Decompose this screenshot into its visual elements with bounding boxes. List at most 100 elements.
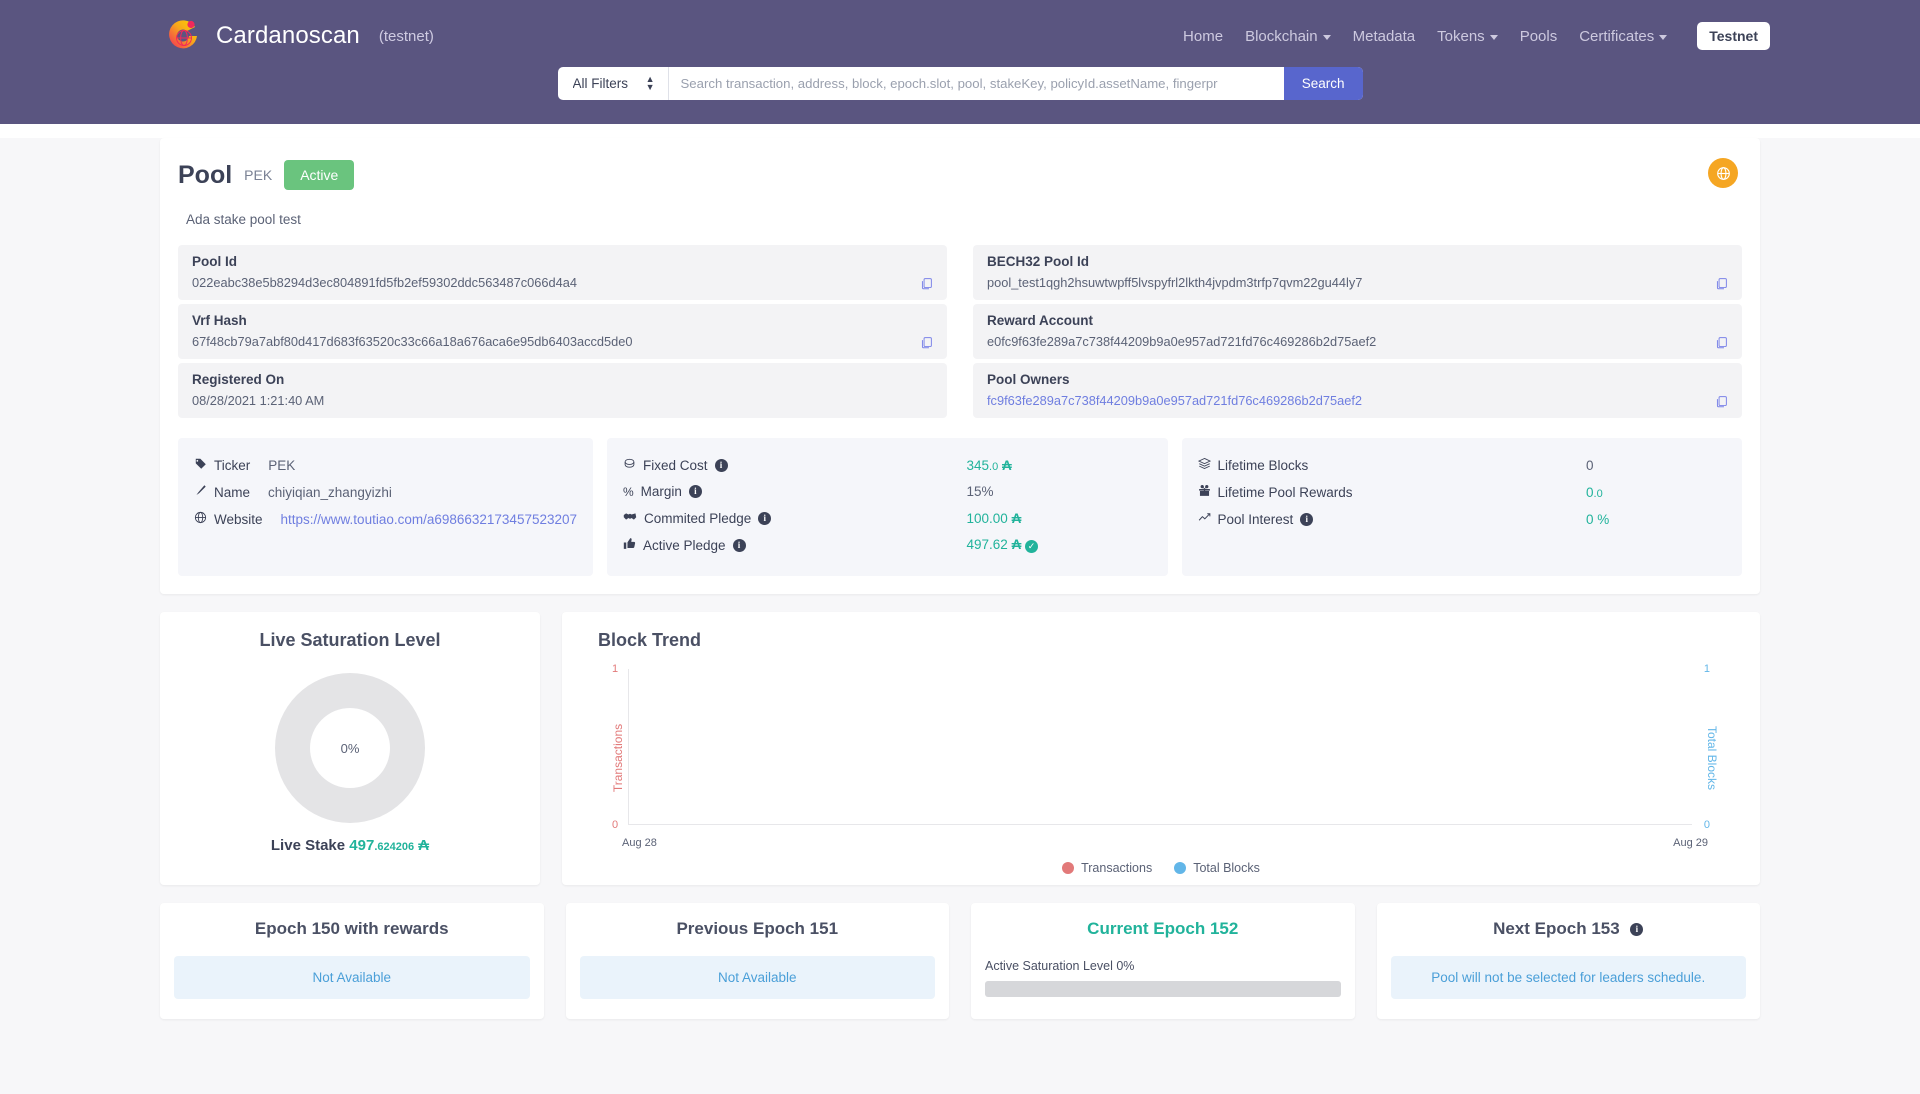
pool-performance-panel: Lifetime Blocks 0 Lifetime Pool Rewards … bbox=[1181, 438, 1742, 576]
epoch-title: Epoch 150 with rewards bbox=[254, 919, 449, 938]
legend-dot-icon bbox=[1062, 862, 1075, 874]
nav-item-home[interactable]: Home bbox=[1183, 28, 1223, 45]
nav-item-certificates[interactable]: Certificates bbox=[1579, 28, 1668, 45]
info-block-pool-owners: Pool Owners fc9f63fe289a7c738f44209b9a0e… bbox=[973, 363, 1742, 418]
info-icon[interactable]: i bbox=[758, 511, 772, 525]
y-tick-right-top: 1 bbox=[1703, 663, 1710, 675]
tag-icon bbox=[194, 457, 207, 473]
stat-value: 0.0 bbox=[1586, 485, 1726, 500]
stat-value-decimal: .0 bbox=[989, 460, 999, 473]
epoch-status: Not Available bbox=[174, 956, 530, 999]
info-icon[interactable]: i bbox=[1300, 512, 1314, 526]
search-row: All Filters ▲ ▼ Search bbox=[0, 67, 1920, 100]
stat-ticker: Ticker PEK bbox=[194, 457, 577, 473]
legend-item-total-blocks[interactable]: Total Blocks bbox=[1174, 861, 1260, 875]
stat-value: chiyiqian_zhangyizhi bbox=[268, 484, 392, 500]
y-tick-left-bottom: 0 bbox=[612, 819, 619, 831]
stat-active-pledge: Active Pledge i 497.62 ₳ ✓ bbox=[623, 537, 1152, 553]
copy-icon[interactable] bbox=[1715, 336, 1728, 349]
stat-label: Fixed Cost bbox=[643, 457, 708, 473]
info-icon[interactable]: i bbox=[1630, 923, 1644, 936]
pool-id-left-column: Pool Id 022eabc38e5b8294d3ec804891fd5fb2… bbox=[178, 245, 947, 422]
stat-label: Commited Pledge bbox=[644, 510, 752, 526]
stat-value-main: 100.00 bbox=[966, 510, 1008, 526]
website-link[interactable]: https://www.toutiao.com/a698663217345752… bbox=[281, 512, 577, 527]
live-stake-label: Live Stake bbox=[270, 837, 346, 854]
website-globe-button[interactable] bbox=[1708, 158, 1738, 188]
pool-economics-panel: Fixed Cost i 345.0 ₳ % Margin i 15% Comm… bbox=[607, 438, 1168, 576]
pool-header: Pool PEK Active bbox=[178, 160, 1742, 190]
epoch-title: Previous Epoch 151 bbox=[676, 919, 839, 938]
stat-label: Website bbox=[214, 511, 263, 527]
stat-key: Lifetime Pool Rewards bbox=[1198, 484, 1353, 500]
x-tick-start: Aug 28 bbox=[622, 837, 657, 849]
stat-value-main: 497.62 bbox=[966, 537, 1008, 552]
stat-label: Lifetime Blocks bbox=[1217, 457, 1309, 473]
nav-row: Cardanoscan (testnet) Home Blockchain Me… bbox=[0, 0, 1920, 58]
chart-title: Live Saturation Level bbox=[259, 630, 441, 650]
pen-icon bbox=[194, 484, 207, 500]
y-tick-right-bottom: 0 bbox=[1703, 819, 1710, 831]
copy-icon[interactable] bbox=[920, 336, 933, 349]
y-axis-label-left: Transactions bbox=[611, 723, 626, 793]
stat-lifetime-blocks: Lifetime Blocks 0 bbox=[1197, 457, 1727, 473]
stat-label: Ticker bbox=[214, 457, 251, 473]
info-label: Pool Id bbox=[192, 254, 237, 269]
copy-icon[interactable] bbox=[1715, 277, 1728, 290]
stat-key: Website bbox=[194, 511, 263, 527]
top-navbar: Cardanoscan (testnet) Home Blockchain Me… bbox=[0, 0, 1920, 124]
copy-icon[interactable] bbox=[920, 277, 933, 290]
plot-area bbox=[628, 669, 1692, 825]
website-link-wrap[interactable]: https://www.toutiao.com/a698663217345752… bbox=[263, 512, 577, 527]
nav-item-label: Blockchain bbox=[1245, 27, 1318, 45]
live-stake-decimal: .624206 bbox=[374, 841, 415, 853]
brand[interactable]: Cardanoscan (testnet) bbox=[165, 17, 434, 55]
pool-detail-card: Pool PEK Active Ada stake pool test Pool… bbox=[160, 138, 1760, 594]
active-saturation-label: Active Saturation Level 0% bbox=[985, 959, 1135, 973]
legend-item-transactions[interactable]: Transactions bbox=[1062, 861, 1152, 875]
stat-value: 497.62 ₳ ✓ bbox=[967, 537, 1152, 553]
nav-item-pools[interactable]: Pools bbox=[1520, 28, 1558, 45]
cardanoscan-logo-icon bbox=[165, 17, 203, 55]
legend-label: Total Blocks bbox=[1193, 861, 1260, 875]
search-input[interactable] bbox=[668, 67, 1284, 100]
search-button[interactable]: Search bbox=[1283, 67, 1363, 100]
status-badge[interactable]: Active bbox=[284, 160, 355, 190]
block-trend-card: Block Trend Transactions 1 0 1 0 Total B… bbox=[562, 612, 1760, 885]
pool-stats-row: Ticker PEK Name chiyiqian_zhangyizhi Web… bbox=[178, 438, 1742, 576]
nav-item-blockchain[interactable]: Blockchain bbox=[1245, 28, 1331, 45]
network-switch-button[interactable]: Testnet bbox=[1697, 22, 1770, 50]
pool-ticker-tag: PEK bbox=[244, 167, 273, 183]
stat-key: Ticker bbox=[194, 457, 250, 473]
info-label: Vrf Hash bbox=[192, 313, 247, 328]
stat-key: Lifetime Blocks bbox=[1197, 457, 1309, 473]
epoch-title: Next Epoch 153 i bbox=[1391, 919, 1747, 939]
nav-item-metadata[interactable]: Metadata bbox=[1353, 28, 1416, 45]
stat-label: Active Pledge bbox=[643, 537, 726, 553]
info-icon[interactable]: i bbox=[714, 458, 728, 472]
info-block-pool-id: Pool Id 022eabc38e5b8294d3ec804891fd5fb2… bbox=[178, 245, 947, 300]
live-stake-row: Live Stake 497.624206 ₳ bbox=[160, 837, 540, 854]
brand-subtitle: (testnet) bbox=[378, 27, 434, 45]
page-title: Pool bbox=[178, 160, 233, 189]
chevron-down-icon bbox=[1489, 35, 1498, 40]
stat-label: Name bbox=[214, 484, 251, 500]
info-icon[interactable]: i bbox=[732, 538, 746, 552]
stat-value-main: 345 bbox=[966, 457, 990, 473]
percent-icon: % bbox=[623, 484, 634, 499]
pool-identity-panel: Ticker PEK Name chiyiqian_zhangyizhi Web… bbox=[178, 438, 593, 576]
pool-owner-link[interactable]: fc9f63fe289a7c738f44209b9a0e957ad721fd76… bbox=[987, 393, 1728, 408]
filter-select-wrap[interactable]: All Filters ▲ ▼ bbox=[557, 67, 669, 100]
stat-value-decimal: .0 bbox=[1593, 487, 1603, 500]
info-icon[interactable]: i bbox=[688, 485, 702, 498]
info-label: Pool Owners bbox=[987, 372, 1070, 387]
copy-icon[interactable] bbox=[1715, 395, 1728, 408]
coin-icon bbox=[623, 457, 636, 473]
nav-item-label: Metadata bbox=[1352, 27, 1416, 45]
info-label: Reward Account bbox=[987, 313, 1094, 328]
nav-item-label: Home bbox=[1183, 27, 1224, 45]
filter-select[interactable]: All Filters bbox=[557, 76, 668, 91]
gift-icon bbox=[1198, 484, 1211, 500]
stat-label: Lifetime Pool Rewards bbox=[1217, 484, 1353, 500]
nav-item-tokens[interactable]: Tokens bbox=[1437, 28, 1498, 45]
